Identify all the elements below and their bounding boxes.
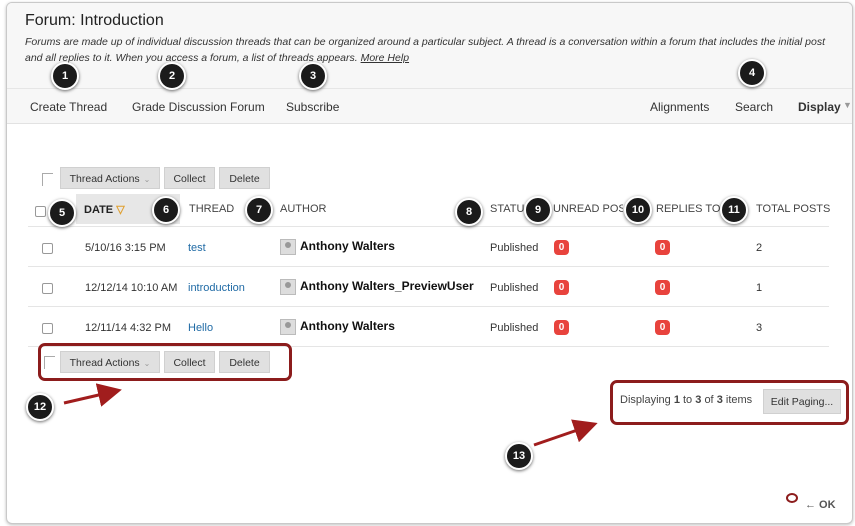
delete-button[interactable]: Delete: [219, 167, 270, 189]
callout-4: 4: [738, 59, 766, 87]
replies-badge[interactable]: 0: [655, 320, 670, 335]
avatar: [280, 239, 296, 255]
post-date: 12/11/14 4:32 PM: [85, 322, 172, 334]
row-checkbox[interactable]: [42, 243, 53, 254]
search-button[interactable]: Search: [735, 100, 773, 114]
post-date: 12/12/14 10:10 AM: [85, 282, 178, 294]
more-help-link[interactable]: More Help: [361, 52, 409, 64]
callout-10: 10: [624, 196, 652, 224]
date-header-label: DATE: [84, 204, 114, 216]
forum-page: Forum: Introduction Forums are made up o…: [6, 2, 853, 524]
thread-link[interactable]: test: [188, 242, 206, 254]
status-text: Published: [490, 242, 539, 254]
thread-column-header[interactable]: THREAD: [189, 203, 234, 215]
create-thread-button[interactable]: Create Thread: [30, 100, 107, 114]
unread-posts-column-header[interactable]: UNREAD POSTS: [553, 203, 623, 215]
total-posts-column-header[interactable]: TOTAL POSTS: [756, 203, 830, 215]
avatar: [280, 319, 296, 335]
replies-badge[interactable]: 0: [655, 240, 670, 255]
callout-8: 8: [455, 198, 483, 226]
row-divider: [28, 266, 829, 267]
unread-posts-badge[interactable]: 0: [554, 320, 569, 335]
subscribe-button[interactable]: Subscribe: [286, 100, 339, 114]
description-text: Forums are made up of individual discuss…: [25, 36, 825, 64]
row-checkbox[interactable]: [42, 323, 53, 334]
thread-link[interactable]: introduction: [188, 282, 245, 294]
unread-posts-badge[interactable]: 0: [554, 280, 569, 295]
replies-to-me-column-header[interactable]: REPLIES TO ME: [656, 203, 722, 215]
alignments-button[interactable]: Alignments: [650, 100, 709, 114]
callout-1: 1: [51, 62, 79, 90]
author-name: Anthony Walters: [300, 319, 395, 333]
thread-actions-label: Thread Actions: [69, 173, 140, 185]
author-column-header[interactable]: AUTHOR: [280, 203, 326, 215]
unread-posts-badge[interactable]: 0: [554, 240, 569, 255]
sort-arrow-icon: ▽: [116, 204, 125, 216]
callout-6: 6: [152, 196, 180, 224]
row-checkbox[interactable]: [42, 283, 53, 294]
thread-link[interactable]: Hello: [188, 322, 213, 334]
post-date: 5/10/16 3:15 PM: [85, 242, 166, 254]
collect-button[interactable]: Collect: [164, 167, 215, 189]
callout-7: 7: [245, 196, 273, 224]
highlight-box: [38, 343, 292, 381]
callout-12: 12: [26, 393, 54, 421]
bulk-action-bracket: [42, 173, 53, 186]
total-posts: 3: [756, 322, 763, 334]
highlight-box: [610, 380, 849, 425]
total-posts: 1: [756, 282, 763, 294]
avatar: [280, 279, 296, 295]
status-text: Published: [490, 282, 539, 294]
status-text: Published: [490, 322, 539, 334]
total-posts: 2: [756, 242, 763, 254]
ok-link[interactable]: ← OK: [805, 499, 836, 511]
forum-description: Forums are made up of individual discuss…: [25, 34, 840, 66]
callout-3: 3: [299, 62, 327, 90]
callout-13: 13: [505, 442, 533, 470]
callout-9: 9: [524, 196, 552, 224]
callout-11: 11: [720, 196, 748, 224]
action-bar: Create Thread Grade Discussion Forum Sub…: [7, 88, 852, 123]
callout-2: 2: [158, 62, 186, 90]
display-menu[interactable]: Display: [798, 100, 841, 114]
ok-indicator-icon: [786, 493, 798, 503]
author-name: Anthony Walters: [300, 239, 395, 253]
chevron-down-icon: ⌄: [143, 175, 151, 184]
forum-header: Forum: Introduction Forums are made up o…: [7, 3, 852, 124]
select-all-checkbox[interactable]: [35, 206, 46, 217]
page-title: Forum: Introduction: [25, 12, 164, 29]
row-divider: [28, 306, 829, 307]
callout-5: 5: [48, 199, 76, 227]
date-column-header[interactable]: DATE ▽: [84, 203, 125, 216]
replies-badge[interactable]: 0: [655, 280, 670, 295]
chevron-down-icon: ▼: [843, 100, 852, 110]
grade-forum-button[interactable]: Grade Discussion Forum: [132, 100, 265, 114]
header-divider: [28, 226, 829, 227]
thread-actions-button[interactable]: Thread Actions ⌄: [60, 167, 160, 189]
author-name: Anthony Walters_PreviewUser: [300, 279, 474, 293]
